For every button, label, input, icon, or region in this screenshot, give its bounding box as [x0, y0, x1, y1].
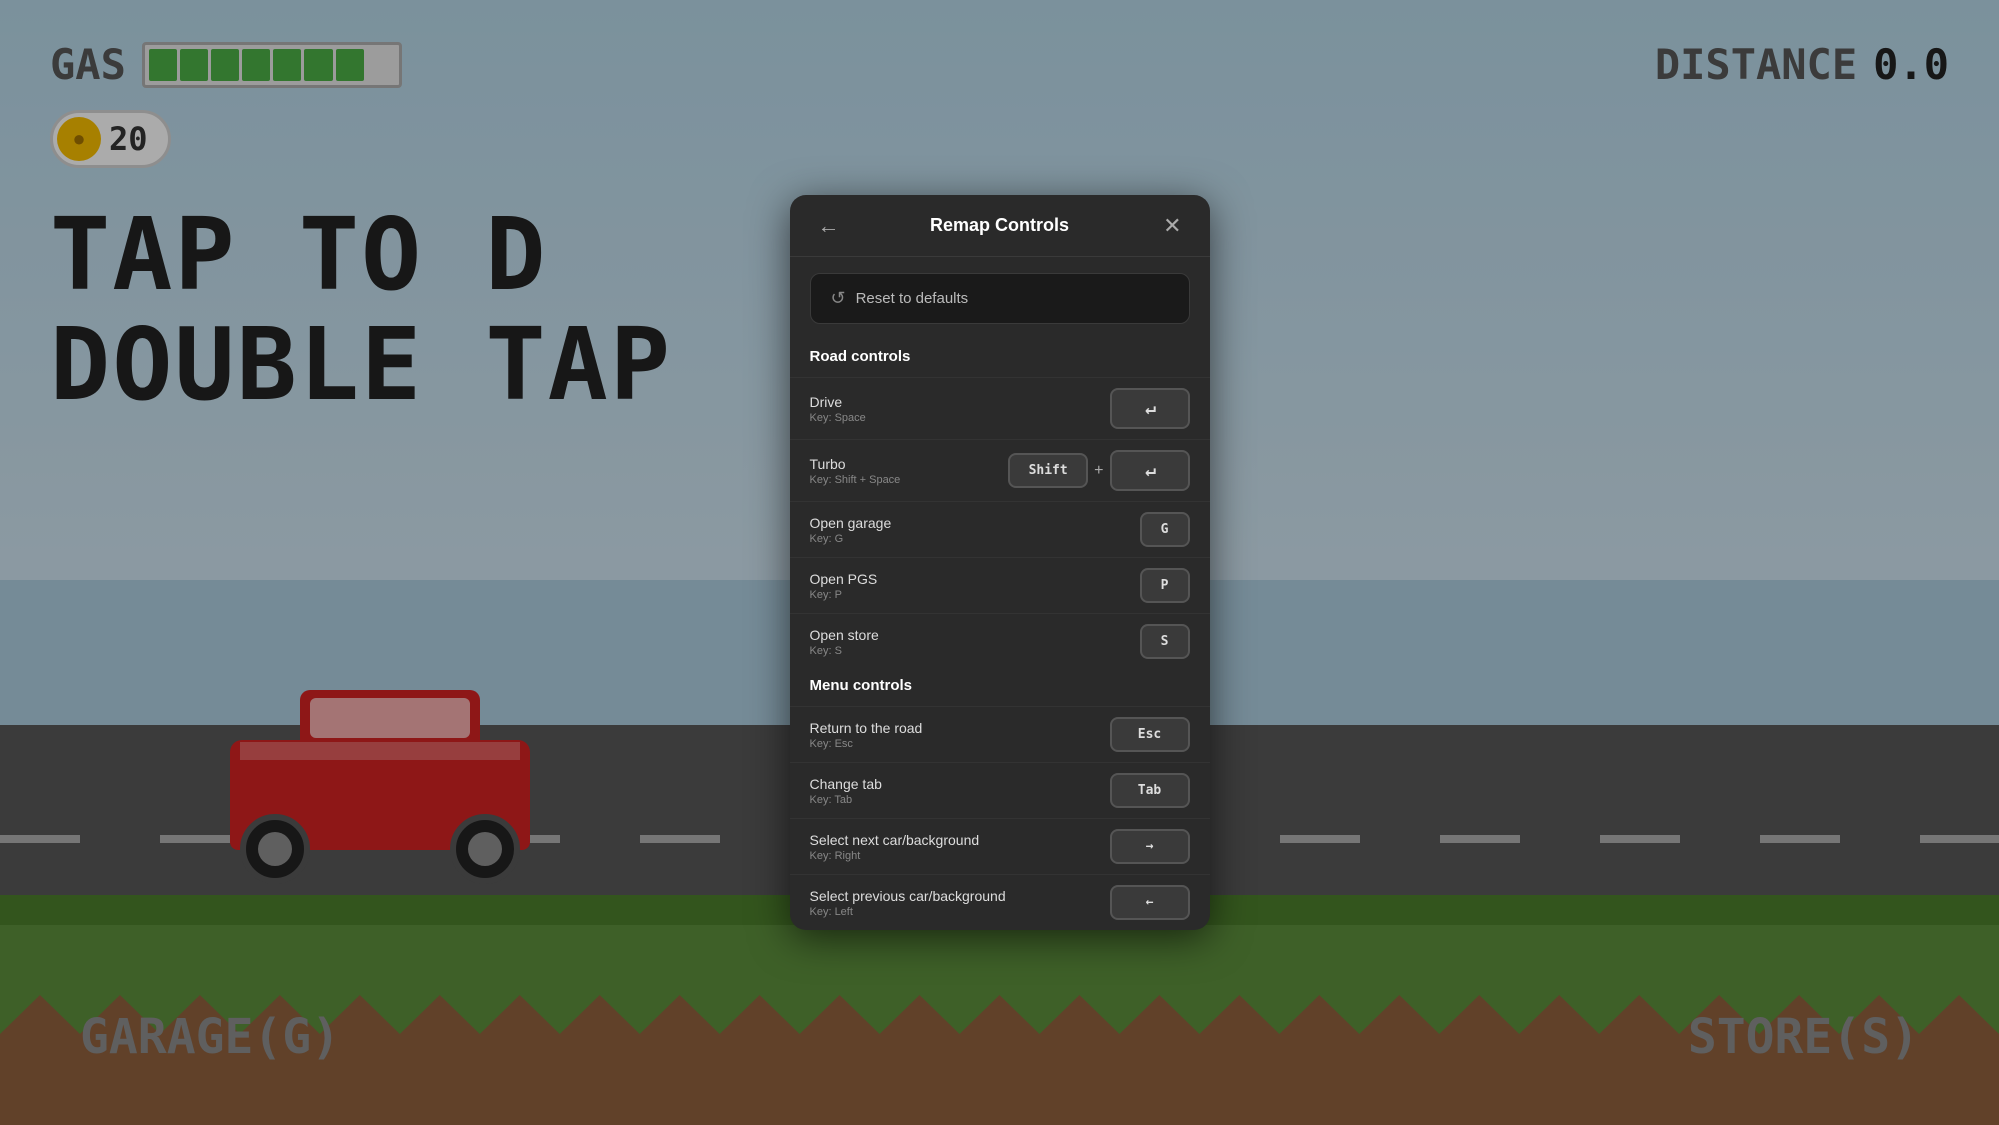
plus-sign-turbo: +: [1094, 462, 1103, 480]
control-name-open-pgs: Open PGS: [810, 571, 878, 587]
key-button-open-store-S[interactable]: S: [1140, 624, 1190, 659]
reset-label: Reset to defaults: [856, 290, 969, 307]
control-row-open-garage: Open garage Key: G G: [790, 501, 1210, 557]
control-key-hint-turbo: Key: Shift + Space: [810, 474, 901, 486]
reset-icon: ↺: [831, 288, 846, 309]
key-button-select-next-→[interactable]: →: [1110, 829, 1190, 864]
key-button-turbo-Shift[interactable]: Shift: [1008, 453, 1088, 488]
control-key-hint-open-store: Key: S: [810, 645, 879, 657]
control-name-drive: Drive: [810, 394, 866, 410]
control-name-change-tab: Change tab: [810, 776, 882, 792]
close-button[interactable]: ✕: [1155, 211, 1189, 241]
key-button-open-pgs-P[interactable]: P: [1140, 568, 1190, 603]
modal-header: ← Remap Controls ✕: [790, 195, 1210, 257]
control-name-open-garage: Open garage: [810, 515, 892, 531]
remap-controls-modal: ← Remap Controls ✕ ↺ Reset to defaults R…: [790, 195, 1210, 930]
key-button-open-garage-G[interactable]: G: [1140, 512, 1190, 547]
control-name-turbo: Turbo: [810, 456, 901, 472]
control-key-hint-select-prev: Key: Left: [810, 906, 1006, 918]
control-key-hint-return-road: Key: Esc: [810, 738, 923, 750]
control-name-return-road: Return to the road: [810, 720, 923, 736]
reset-defaults-button[interactable]: ↺ Reset to defaults: [810, 273, 1190, 324]
control-row-turbo: Turbo Key: Shift + Space Shift + ↵: [790, 439, 1210, 501]
section-heading-menu: Menu controls: [790, 669, 1210, 706]
modal-title: Remap Controls: [930, 215, 1069, 236]
back-button[interactable]: ←: [810, 209, 848, 243]
control-row-drive: Drive Key: Space ↵: [790, 377, 1210, 439]
control-name-select-next: Select next car/background: [810, 832, 980, 848]
controls-sections: Road controls Drive Key: Space ↵ Turbo Key: S…: [790, 340, 1210, 930]
key-button-return-road-Esc[interactable]: Esc: [1110, 717, 1190, 752]
control-row-return-road: Return to the road Key: Esc Esc: [790, 706, 1210, 762]
control-key-hint-change-tab: Key: Tab: [810, 794, 882, 806]
key-button-drive-↵[interactable]: ↵: [1110, 388, 1190, 429]
key-button-turbo-↵[interactable]: ↵: [1110, 450, 1190, 491]
control-name-select-prev: Select previous car/background: [810, 888, 1006, 904]
control-key-hint-open-pgs: Key: P: [810, 589, 878, 601]
key-button-select-prev-←[interactable]: ←: [1110, 885, 1190, 920]
modal-overlay: ← Remap Controls ✕ ↺ Reset to defaults R…: [0, 0, 1999, 1125]
control-row-open-pgs: Open PGS Key: P P: [790, 557, 1210, 613]
control-name-open-store: Open store: [810, 627, 879, 643]
section-heading-road: Road controls: [790, 340, 1210, 377]
control-key-hint-drive: Key: Space: [810, 412, 866, 424]
control-row-change-tab: Change tab Key: Tab Tab: [790, 762, 1210, 818]
key-button-change-tab-Tab[interactable]: Tab: [1110, 773, 1190, 808]
control-key-hint-select-next: Key: Right: [810, 850, 980, 862]
control-row-select-prev: Select previous car/background Key: Left ←: [790, 874, 1210, 930]
control-row-select-next: Select next car/background Key: Right →: [790, 818, 1210, 874]
control-row-open-store: Open store Key: S S: [790, 613, 1210, 669]
control-key-hint-open-garage: Key: G: [810, 533, 892, 545]
